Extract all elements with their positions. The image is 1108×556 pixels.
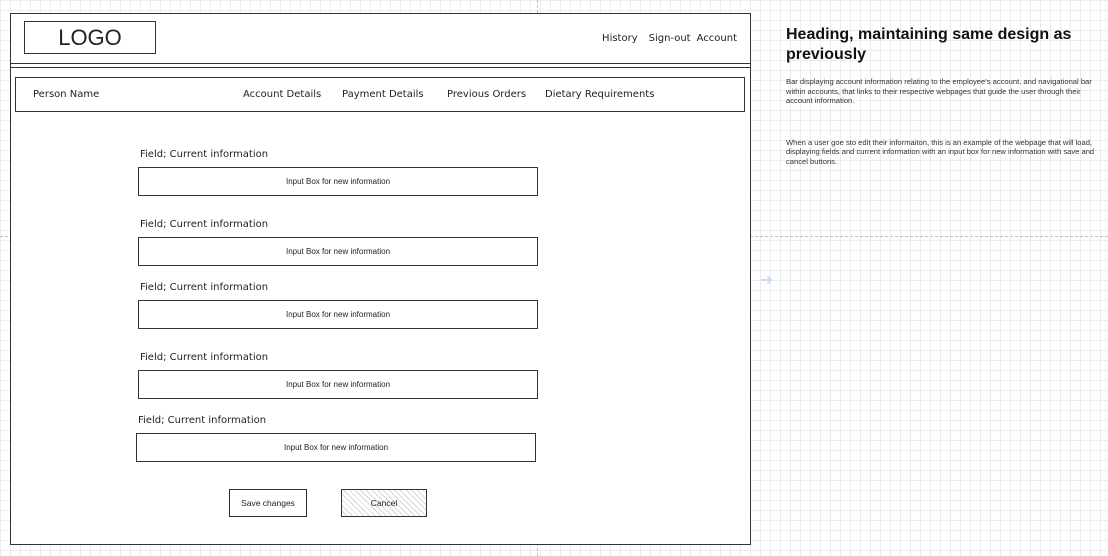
cancel-button[interactable]: Cancel [341, 489, 427, 517]
nav-account-link[interactable]: Account [697, 33, 737, 44]
top-navigation: History Sign-out Account [602, 33, 737, 44]
arrow-right-icon: ➜ [760, 270, 774, 289]
field-input[interactable]: Input Box for new information [138, 167, 538, 196]
notes-heading: Heading, maintaining same design as prev… [786, 26, 1072, 63]
page-header: LOGO History Sign-out Account [11, 14, 750, 64]
wireframe-page: LOGO History Sign-out Account Person Nam… [10, 13, 751, 545]
field-input[interactable]: Input Box for new information [138, 237, 538, 266]
field-input[interactable]: Input Box for new information [136, 433, 536, 462]
save-button[interactable]: Save changes [229, 489, 307, 517]
tab-payment-details[interactable]: Payment Details [342, 89, 424, 100]
field-label: Field; Current information [140, 352, 269, 363]
tab-previous-orders[interactable]: Previous Orders [447, 89, 526, 100]
notes-paragraph: When a user goe sto edit their informait… [786, 137, 1095, 166]
nav-history-link[interactable]: History [602, 33, 638, 44]
tab-account-details[interactable]: Account Details [243, 89, 321, 100]
logo[interactable]: LOGO [24, 21, 156, 54]
account-info-bar: Person Name Account Details Payment Deta… [15, 77, 745, 112]
nav-signout-link[interactable]: Sign-out [649, 33, 691, 44]
field-input[interactable]: Input Box for new information [138, 300, 538, 329]
field-label: Field; Current information [140, 219, 269, 230]
field-label: Field; Current information [140, 149, 269, 160]
person-name: Person Name [33, 89, 100, 100]
header-divider [11, 67, 750, 68]
notes-paragraph: Bar displaying account information relat… [786, 77, 1092, 106]
tab-dietary-requirements[interactable]: Dietary Requirements [545, 89, 654, 100]
field-label: Field; Current information [140, 282, 269, 293]
annotation-panel: Heading, maintaining same design as prev… [786, 25, 1102, 167]
field-input[interactable]: Input Box for new information [138, 370, 538, 399]
field-label: Field; Current information [138, 415, 267, 426]
